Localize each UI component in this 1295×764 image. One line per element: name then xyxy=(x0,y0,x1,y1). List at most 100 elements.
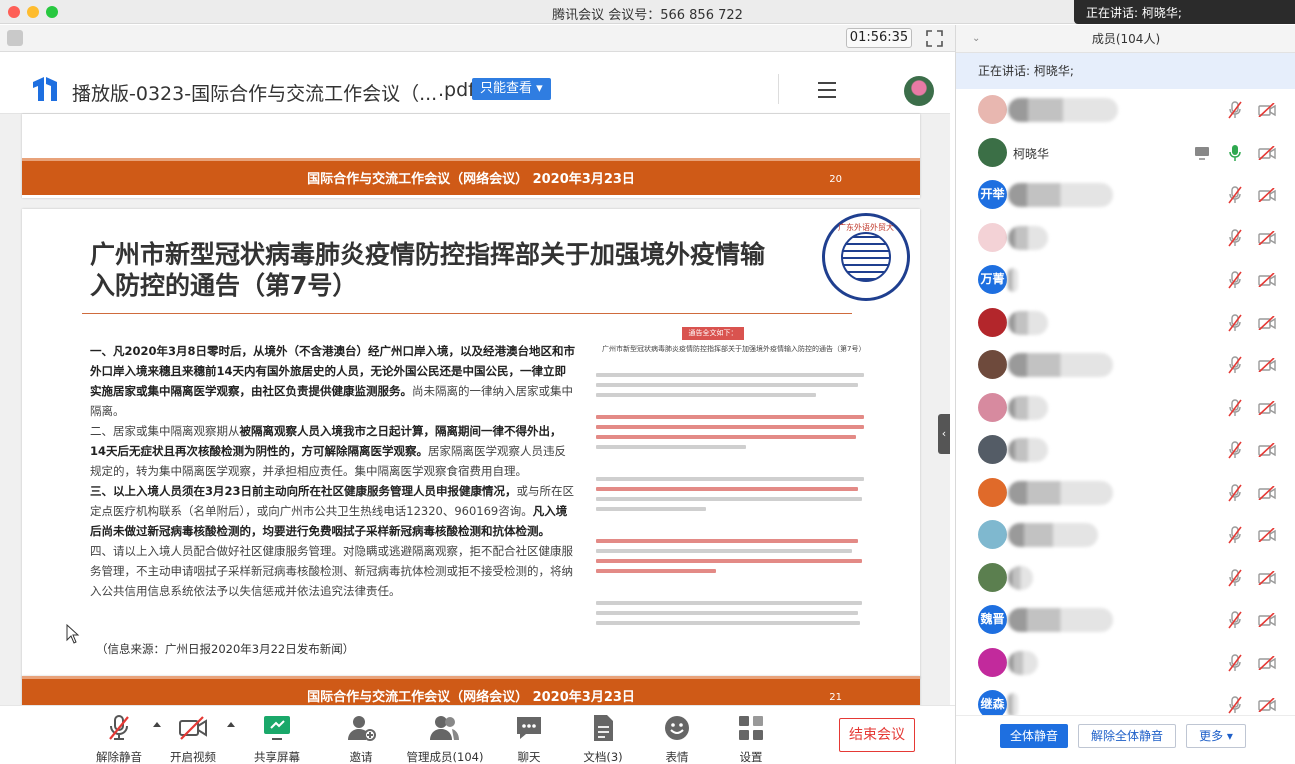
member-row[interactable] xyxy=(956,302,1295,344)
end-meeting-button[interactable]: 结束会议 xyxy=(839,718,915,752)
invite-button[interactable]: 邀请 xyxy=(343,714,379,764)
fullscreen-icon[interactable] xyxy=(926,30,943,47)
emoji-icon xyxy=(665,716,689,740)
member-row[interactable] xyxy=(956,472,1295,514)
mic-muted-icon[interactable] xyxy=(1228,526,1242,544)
video-off-icon[interactable] xyxy=(1258,145,1276,160)
redacted-member-name xyxy=(1008,438,1048,462)
documents-button[interactable]: 文档(3) xyxy=(581,714,625,764)
member-row[interactable]: 万菁 xyxy=(956,259,1295,301)
audio-options-caret[interactable] xyxy=(153,722,161,727)
chevron-down-icon[interactable]: ⌄ xyxy=(972,25,980,53)
member-row[interactable] xyxy=(956,344,1295,386)
mute-all-button[interactable]: 全体静音 xyxy=(1000,724,1068,748)
video-off-icon[interactable] xyxy=(1258,230,1276,245)
video-off-icon[interactable] xyxy=(1258,528,1276,542)
mic-muted-icon[interactable] xyxy=(1228,653,1242,672)
redacted-member-name xyxy=(1008,353,1113,377)
member-name: 柯晓华 xyxy=(1013,146,1050,161)
redacted-member-name xyxy=(1008,98,1118,122)
member-row[interactable] xyxy=(956,217,1295,259)
share-screen-button[interactable]: 共享屏幕 xyxy=(253,714,301,764)
screen-sharing-icon xyxy=(1195,146,1209,160)
mic-on-icon[interactable] xyxy=(1228,144,1242,162)
video-off-icon[interactable] xyxy=(1258,358,1276,372)
paragraph-3: 三、以上入境人员须在3月23日前主动向所在社区健康服务管理人员申报健康情况，或与… xyxy=(90,481,576,541)
member-row[interactable] xyxy=(956,429,1295,471)
redacted-member-name xyxy=(1008,608,1113,632)
start-video-label: 开启视频 xyxy=(170,750,216,764)
video-off-icon[interactable] xyxy=(1258,443,1276,457)
mic-muted-icon[interactable] xyxy=(1228,356,1242,374)
video-off-icon[interactable] xyxy=(1258,613,1276,627)
members-list[interactable]: 柯晓华开举万菁魏晋继森 xyxy=(956,89,1295,715)
inset-text-line xyxy=(596,425,864,429)
member-row[interactable]: 继森 xyxy=(956,684,1295,715)
title-divider xyxy=(82,313,852,314)
footer-band-text: 国际合作与交流工作会议（网络会议） 2020年3月23日 xyxy=(307,172,635,187)
member-row[interactable]: 开举 xyxy=(956,174,1295,216)
member-row[interactable] xyxy=(956,514,1295,556)
member-row[interactable]: 魏晋 xyxy=(956,599,1295,641)
mic-muted-icon[interactable] xyxy=(1228,441,1242,459)
reactions-button[interactable]: 表情 xyxy=(662,714,692,764)
unmute-button[interactable]: 解除静音 xyxy=(95,714,143,764)
manage-members-button[interactable]: 管理成员(104) xyxy=(405,714,485,764)
shield-icon[interactable] xyxy=(7,30,23,46)
member-avatar xyxy=(978,307,1007,337)
video-off-icon xyxy=(179,716,207,740)
members-icon xyxy=(430,716,459,740)
member-row[interactable] xyxy=(956,557,1295,599)
inset-text-line xyxy=(596,569,716,573)
shared-document-viewer[interactable]: 播放版-0323-国际合作与交流工作会议（... .pdf 只能查看 ▾ 国际合… xyxy=(0,52,950,705)
member-avatar: 魏晋 xyxy=(978,605,1007,634)
mic-muted-icon[interactable] xyxy=(1228,696,1242,714)
mic-muted-icon[interactable] xyxy=(1228,228,1242,247)
video-off-icon[interactable] xyxy=(1258,400,1276,415)
globe-icon xyxy=(841,232,891,282)
start-video-button[interactable]: 开启视频 xyxy=(169,714,217,764)
redacted-member-name xyxy=(1008,268,1018,292)
collapse-sidebar-button[interactable]: ‹ xyxy=(938,414,950,454)
mic-muted-icon[interactable] xyxy=(1228,313,1242,332)
member-avatar xyxy=(978,392,1007,422)
video-off-icon[interactable] xyxy=(1258,315,1276,330)
member-row[interactable] xyxy=(956,642,1295,684)
member-row[interactable] xyxy=(956,387,1295,429)
video-off-icon[interactable] xyxy=(1258,698,1276,712)
unmute-label: 解除静音 xyxy=(96,750,142,764)
unmute-all-button[interactable]: 解除全体静音 xyxy=(1078,724,1176,748)
paragraph-4-text: 四、请以上入境人员配合做好社区健康服务管理。对隐瞒或逃避隔离观察，拒不配合社区健… xyxy=(90,544,573,598)
mic-muted-icon[interactable] xyxy=(1228,101,1242,119)
chat-icon xyxy=(517,717,541,739)
video-off-icon[interactable] xyxy=(1258,485,1276,500)
settings-button[interactable]: 设置 xyxy=(735,714,767,764)
document-extension: .pdf xyxy=(438,79,475,101)
member-row[interactable] xyxy=(956,89,1295,131)
chat-button[interactable]: 聊天 xyxy=(513,714,545,764)
video-off-icon[interactable] xyxy=(1258,103,1276,117)
mic-muted-icon[interactable] xyxy=(1228,568,1242,587)
video-off-icon[interactable] xyxy=(1258,273,1276,287)
video-off-icon[interactable] xyxy=(1258,655,1276,670)
page-footer-band: 国际合作与交流工作会议（网络会议） 2020年3月23日 20 xyxy=(22,158,920,195)
member-row[interactable]: 柯晓华 xyxy=(956,132,1295,174)
members-footer: 全体静音 解除全体静音 更多 ▾ xyxy=(956,715,1295,764)
member-avatar xyxy=(978,647,1007,677)
reactions-label: 表情 xyxy=(665,750,689,764)
view-only-dropdown[interactable]: 只能查看 ▾ xyxy=(472,78,551,100)
mic-muted-icon[interactable] xyxy=(1228,483,1242,502)
mic-muted-icon[interactable] xyxy=(1228,271,1242,289)
view-only-label: 只能查看 xyxy=(480,81,533,96)
mic-muted-icon[interactable] xyxy=(1228,611,1242,629)
redacted-member-name xyxy=(1008,225,1048,250)
inset-text-line xyxy=(596,373,864,377)
more-label: 更多 xyxy=(1199,729,1224,743)
video-off-icon[interactable] xyxy=(1258,188,1276,202)
mic-muted-icon[interactable] xyxy=(1228,398,1242,417)
video-off-icon[interactable] xyxy=(1258,570,1276,585)
mic-muted-icon[interactable] xyxy=(1228,186,1242,204)
video-options-caret[interactable] xyxy=(227,722,235,727)
more-button[interactable]: 更多 ▾ xyxy=(1186,724,1246,748)
menu-icon[interactable] xyxy=(818,82,836,98)
